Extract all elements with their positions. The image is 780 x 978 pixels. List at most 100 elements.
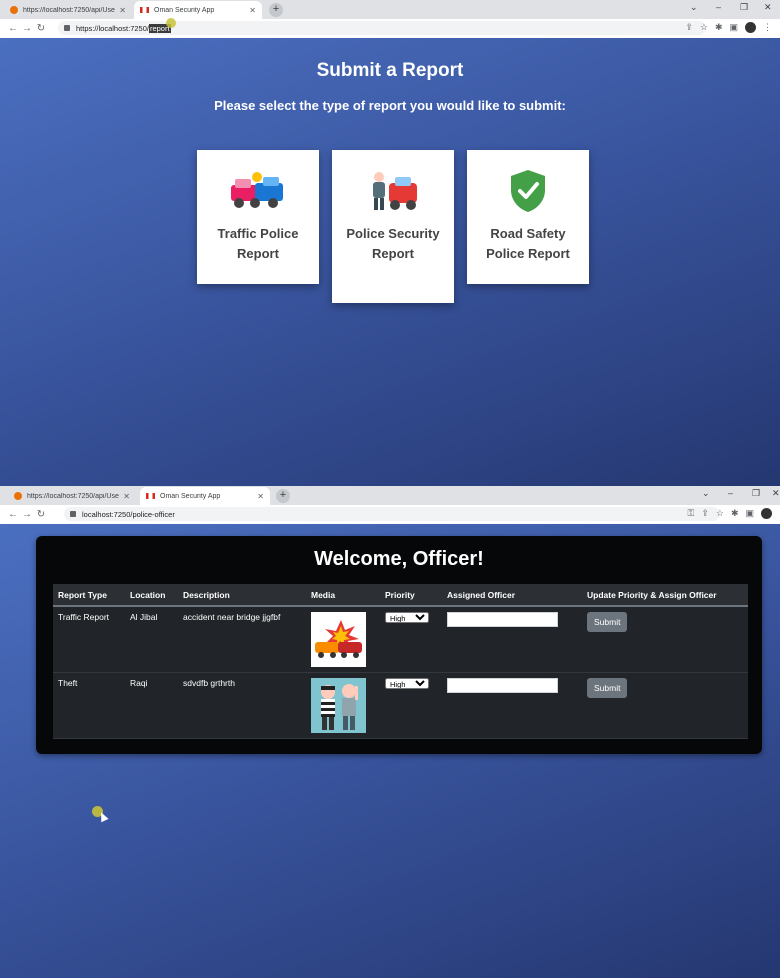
- back-icon[interactable]: ←: [6, 23, 20, 34]
- table-row: Traffic Report Al Jibal accident near br…: [53, 606, 748, 673]
- restore-button[interactable]: ❐: [752, 488, 760, 499]
- profile-avatar-icon[interactable]: [761, 508, 772, 519]
- close-tab-icon[interactable]: ✕: [249, 6, 256, 15]
- card-label: Traffic Police Report: [217, 226, 299, 261]
- reload-icon[interactable]: ↻: [34, 23, 48, 34]
- flag-favicon-icon: [140, 7, 149, 13]
- action-cell: Submit: [582, 672, 748, 739]
- close-window-button[interactable]: ✕: [772, 488, 780, 499]
- card-label: Road Safety Police Report: [486, 226, 570, 261]
- side-panel-icon[interactable]: ▣: [745, 508, 754, 519]
- forward-icon[interactable]: →: [20, 23, 34, 34]
- lock-icon: [64, 25, 70, 31]
- lock-icon: [70, 511, 76, 517]
- column-header: Report Type: [53, 584, 125, 607]
- tab-api[interactable]: https://localhost:7250/api/User/... ✕: [4, 1, 132, 19]
- profile-avatar-icon[interactable]: [745, 22, 756, 33]
- submit-button[interactable]: Submit: [587, 612, 628, 632]
- bookmark-star-icon[interactable]: ☆: [700, 22, 708, 33]
- report-type-cell: Traffic Report: [53, 606, 125, 673]
- reports-table: Report Type Location Description Media P…: [53, 584, 748, 739]
- table-row: Theft Raqi sdvdfb grthrth High Submit: [53, 672, 748, 739]
- column-header: Description: [178, 584, 306, 607]
- minimize-button[interactable]: –: [716, 2, 721, 12]
- police-security-report-card[interactable]: Police Security Report: [332, 150, 454, 303]
- road-safety-police-report-card[interactable]: Road Safety Police Report: [467, 150, 589, 284]
- share-icon[interactable]: ⇪: [685, 22, 693, 33]
- close-tab-icon[interactable]: ✕: [257, 492, 264, 501]
- url-text: https://localhost:7250/: [76, 23, 149, 33]
- url-text: localhost:7250/police-officer: [82, 509, 175, 519]
- page-title: Submit a Report: [316, 60, 464, 81]
- table-header-row: Report Type Location Description Media P…: [53, 584, 748, 607]
- column-header: Media: [306, 584, 380, 607]
- minimize-button[interactable]: –: [728, 488, 733, 498]
- location-cell: Raqi: [125, 672, 178, 739]
- shield-check-icon: [467, 150, 589, 220]
- assigned-officer-input[interactable]: [447, 612, 558, 627]
- priority-cell: High: [380, 672, 442, 739]
- extensions-icon[interactable]: ✱: [731, 508, 739, 519]
- priority-cell: High: [380, 606, 442, 673]
- column-header: Assigned Officer: [442, 584, 582, 607]
- extensions-icon[interactable]: ✱: [715, 22, 723, 33]
- tab-bar: https://localhost:7250/api/User/... ✕ Om…: [0, 0, 780, 19]
- new-tab-button[interactable]: +: [276, 489, 290, 503]
- media-cell: [306, 606, 380, 673]
- cursor-highlight: [166, 18, 176, 28]
- localhost-favicon-icon: [10, 6, 18, 14]
- traffic-police-report-card[interactable]: Traffic Police Report: [197, 150, 319, 284]
- browser-toolbar: ← → ↻ https://localhost:7250/report ⇪ ☆ …: [0, 19, 780, 38]
- page-title: Welcome, Officer!: [314, 548, 484, 570]
- localhost-favicon-icon: [14, 492, 22, 500]
- side-panel-icon[interactable]: ▣: [729, 22, 738, 33]
- new-tab-button[interactable]: +: [269, 3, 283, 17]
- tab-bar: https://localhost:7250/api/User/... ✕ Om…: [0, 486, 780, 505]
- tab-api[interactable]: https://localhost:7250/api/User/... ✕: [8, 487, 136, 505]
- police-officer-page: Welcome, Officer! Report Type Location D…: [0, 524, 780, 978]
- tab-label: Oman Security App: [154, 6, 215, 14]
- browser-toolbar: ← → ↻ localhost:7250/police-officer ⚿ ⇪ …: [0, 505, 780, 524]
- thief-cartoon-image[interactable]: [311, 678, 366, 733]
- share-icon[interactable]: ⇪: [701, 508, 709, 519]
- tab-label: https://localhost:7250/api/User/...: [23, 6, 116, 14]
- browser-window-1: https://localhost:7250/api/User/... ✕ Om…: [0, 0, 780, 38]
- tab-oman-security-app[interactable]: Oman Security App ✕: [134, 1, 262, 19]
- police-officer-car-icon: [332, 150, 454, 220]
- priority-select[interactable]: High: [385, 612, 429, 623]
- assigned-officer-input[interactable]: [447, 678, 558, 693]
- address-bar[interactable]: https://localhost:7250/report: [58, 21, 706, 35]
- tab-label: https://localhost:7250/api/User/...: [27, 492, 120, 500]
- tab-search-icon[interactable]: ⌄: [702, 488, 710, 499]
- report-type-cell: Theft: [53, 672, 125, 739]
- address-bar[interactable]: localhost:7250/police-officer: [64, 507, 720, 521]
- restore-button[interactable]: ❐: [740, 2, 748, 13]
- menu-kebab-icon[interactable]: ⋮: [763, 22, 772, 33]
- car-crash-icon: [197, 150, 319, 220]
- card-label: Police Security Report: [346, 226, 440, 261]
- toolbar-icons: ⚿ ⇪ ☆ ✱ ▣: [687, 508, 772, 519]
- location-cell: Al Jibal: [125, 606, 178, 673]
- priority-select[interactable]: High: [385, 678, 429, 689]
- tab-label: Oman Security App: [160, 492, 221, 500]
- description-cell: sdvdfb grthrth: [178, 672, 306, 739]
- forward-icon[interactable]: →: [20, 509, 34, 520]
- back-icon[interactable]: ←: [6, 509, 20, 520]
- close-tab-icon[interactable]: ✕: [123, 492, 130, 501]
- reload-icon[interactable]: ↻: [34, 509, 48, 520]
- bookmark-star-icon[interactable]: ☆: [716, 508, 724, 519]
- key-icon[interactable]: ⚿: [687, 508, 694, 519]
- close-tab-icon[interactable]: ✕: [119, 6, 126, 15]
- page-subtitle: Please select the type of report you wou…: [214, 98, 566, 113]
- car-crash-image[interactable]: [311, 612, 366, 667]
- submit-button[interactable]: Submit: [587, 678, 628, 698]
- column-header: Location: [125, 584, 178, 607]
- column-header: Update Priority & Assign Officer: [582, 584, 748, 607]
- submit-report-page: Submit a Report Please select the type o…: [0, 38, 780, 486]
- media-cell: [306, 672, 380, 739]
- close-window-button[interactable]: ✕: [764, 2, 772, 13]
- browser-window-2: https://localhost:7250/api/User/... ✕ Om…: [0, 486, 780, 524]
- tab-oman-security-app[interactable]: Oman Security App ✕: [140, 487, 270, 505]
- tab-search-icon[interactable]: ⌄: [690, 2, 698, 13]
- assigned-officer-cell: [442, 606, 582, 673]
